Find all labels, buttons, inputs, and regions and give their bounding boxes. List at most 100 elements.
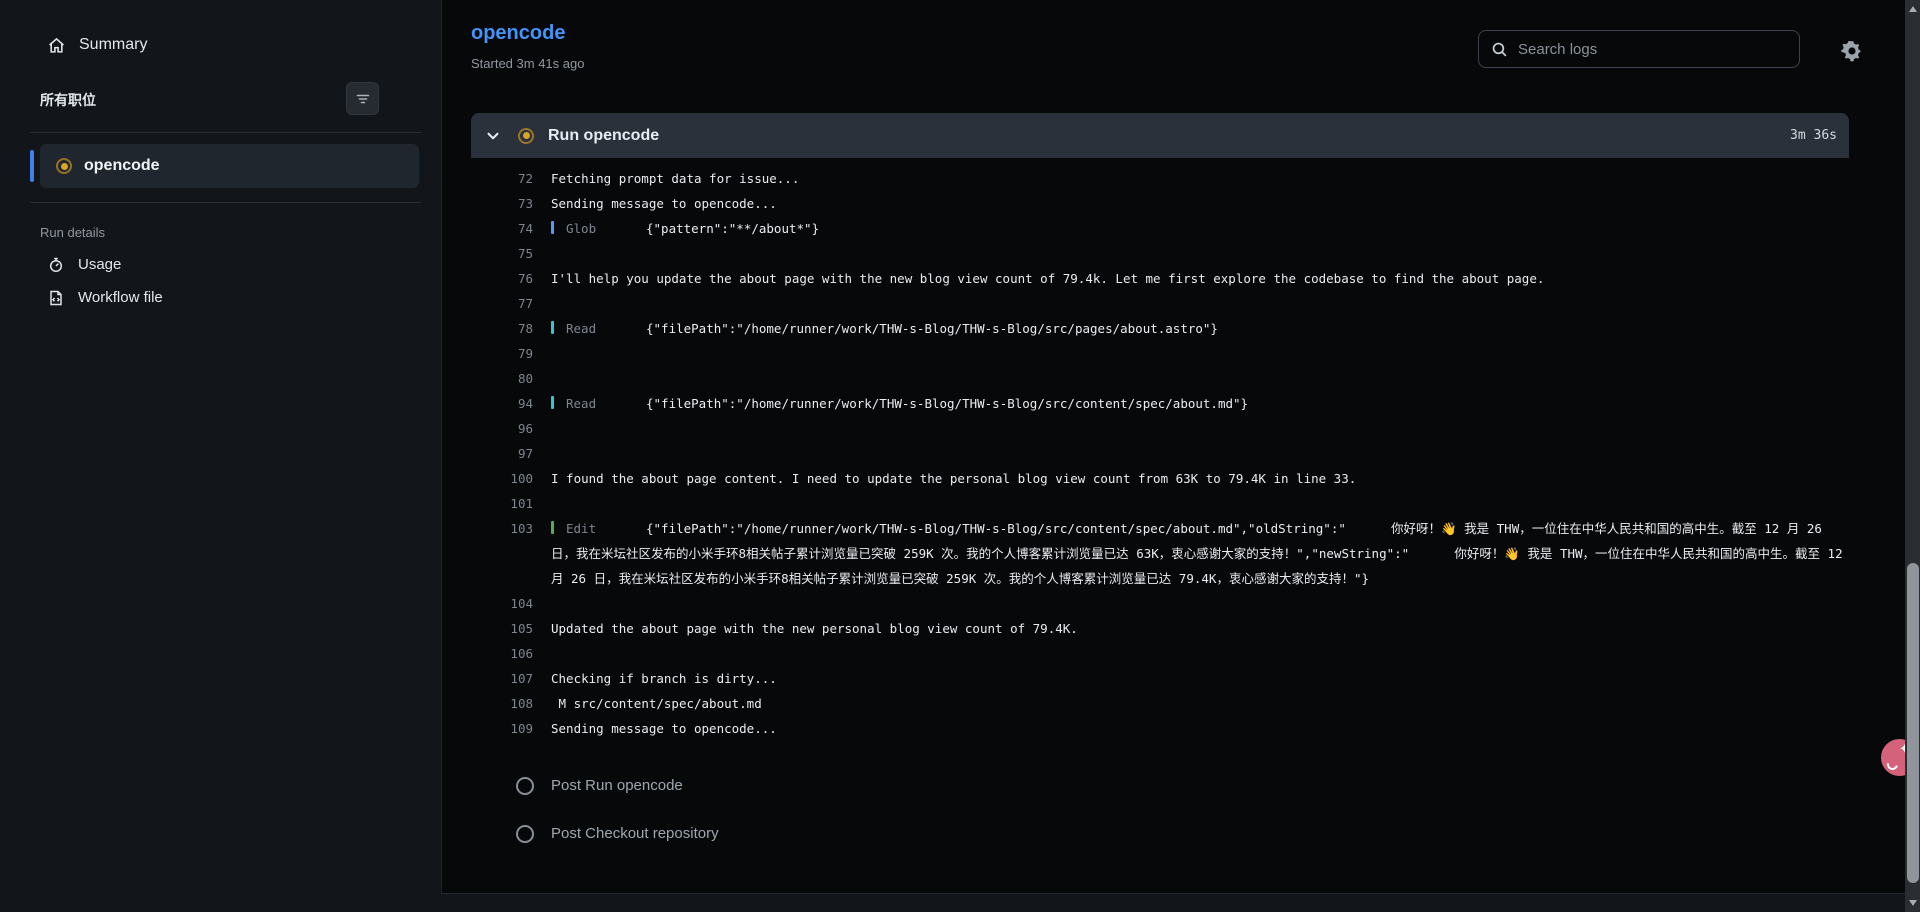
log-line: 100I found the about page content. I nee… <box>471 466 1849 491</box>
tool-name: Read <box>566 391 646 416</box>
job-name: opencode <box>84 157 160 175</box>
log-line: 80 <box>471 366 1849 391</box>
tool-call-bar <box>551 396 554 409</box>
log-line-text: Glob{"pattern":"**/about*"} <box>551 216 1849 241</box>
log-line-text <box>551 341 1849 366</box>
log-line-text <box>551 291 1849 316</box>
chevron-down-icon <box>484 127 502 145</box>
sidebar-job-opencode[interactable]: opencode <box>40 144 419 188</box>
log-line: 94 Read{"filePath":"/home/runner/work/THW… <box>471 391 1849 416</box>
log-line: 107 Checking if branch is dirty... <box>471 666 1849 691</box>
usage-label: Usage <box>78 256 121 273</box>
selected-job-accent-bar <box>30 150 34 182</box>
sidebar-divider <box>30 202 421 203</box>
tool-name: Glob <box>566 216 646 241</box>
log-line: 104 <box>471 591 1849 616</box>
log-line-number[interactable]: 105 <box>471 616 533 641</box>
run-details-label: Run details <box>40 225 441 240</box>
log-line-text: Read{"filePath":"/home/runner/work/THW-s… <box>551 316 1849 341</box>
sidebar-summary-label: Summary <box>79 36 147 54</box>
search-icon <box>1491 41 1508 58</box>
log-line: 101 <box>471 491 1849 516</box>
post-step-label: Post Run opencode <box>551 777 683 794</box>
log-line-text: I'll help you update the about page with… <box>551 266 1849 291</box>
log-line-number[interactable]: 103 <box>471 516 533 541</box>
log-line-number[interactable]: 108 <box>471 691 533 716</box>
log-line-text <box>551 241 1849 266</box>
log-line-text: Read{"filePath":"/home/runner/work/THW-s… <box>551 391 1849 416</box>
log-line-text <box>551 441 1849 466</box>
log-line: 106 <box>471 641 1849 666</box>
log-line-number[interactable]: 104 <box>471 591 533 616</box>
pending-step-icon <box>516 825 534 843</box>
in-progress-icon <box>518 128 534 144</box>
job-log-panel: opencode Started 3m 41s ago Run opencod <box>441 0 1905 894</box>
stopwatch-icon <box>48 257 64 273</box>
log-line-text: Sending message to opencode... <box>551 716 1849 741</box>
step-header-run-opencode[interactable]: Run opencode 3m 36s <box>471 113 1849 158</box>
log-line-text <box>551 591 1849 616</box>
log-line: 75 <box>471 241 1849 266</box>
scroll-up-arrow[interactable] <box>1905 2 1920 16</box>
log-line-number[interactable]: 77 <box>471 291 533 316</box>
log-line-text <box>551 491 1849 516</box>
sidebar-divider <box>30 132 421 133</box>
log-line-number[interactable]: 109 <box>471 716 533 741</box>
filter-icon <box>355 91 371 107</box>
log-line-number[interactable]: 73 <box>471 191 533 216</box>
log-line-number[interactable]: 100 <box>471 466 533 491</box>
search-logs-input[interactable] <box>1518 41 1787 58</box>
log-line: 72Fetching prompt data for issue... <box>471 166 1849 191</box>
log-line-text <box>551 416 1849 441</box>
log-line-number[interactable]: 78 <box>471 316 533 341</box>
log-line-number[interactable]: 75 <box>471 241 533 266</box>
post-step-label: Post Checkout repository <box>551 825 719 842</box>
log-line-text <box>551 641 1849 666</box>
tool-name: Edit <box>566 516 646 541</box>
log-settings-button[interactable] <box>1839 38 1865 64</box>
log-line-number[interactable]: 79 <box>471 341 533 366</box>
jobs-section-label: 所有职位 <box>40 90 96 110</box>
sidebar: Summary 所有职位 opencode Run details <box>0 0 441 912</box>
log-line: 78 Read{"filePath":"/home/runner/work/THW… <box>471 316 1849 341</box>
filter-jobs-button[interactable] <box>346 82 379 115</box>
step-post-checkout-repository[interactable]: Post Checkout repository <box>471 813 1849 854</box>
tool-args: {"filePath":"/home/runner/work/THW-s-Blo… <box>646 396 1248 411</box>
page-scrollbar[interactable] <box>1905 0 1920 912</box>
log-line: 96 <box>471 416 1849 441</box>
sidebar-item-summary[interactable]: Summary <box>48 36 441 54</box>
log-line-number[interactable]: 106 <box>471 641 533 666</box>
tool-args: {"pattern":"**/about*"} <box>646 221 819 236</box>
workflow-file-label: Workflow file <box>78 289 163 306</box>
sidebar-item-usage[interactable]: Usage <box>48 256 441 273</box>
scrollbar-thumb[interactable] <box>1907 563 1919 883</box>
log-line-text <box>551 366 1849 391</box>
log-line-number[interactable]: 76 <box>471 266 533 291</box>
log-line-number[interactable]: 80 <box>471 366 533 391</box>
log-line: 74 Glob{"pattern":"**/about*"} <box>471 216 1849 241</box>
log-line-number[interactable]: 107 <box>471 666 533 691</box>
step-post-run-opencode[interactable]: Post Run opencode <box>471 765 1849 806</box>
log-line-text: Sending message to opencode... <box>551 191 1849 216</box>
log-line-number[interactable]: 101 <box>471 491 533 516</box>
log-line: 79 <box>471 341 1849 366</box>
scroll-down-arrow[interactable] <box>1905 896 1920 910</box>
job-started-timestamp: Started 3m 41s ago <box>471 56 584 71</box>
tool-call-bar <box>551 221 554 234</box>
log-line-text: Checking if branch is dirty... <box>551 666 1849 691</box>
log-line: 105Updated the about page with the new p… <box>471 616 1849 641</box>
log-line-number[interactable]: 72 <box>471 166 533 191</box>
job-title-link[interactable]: opencode <box>471 22 565 45</box>
log-output: 72Fetching prompt data for issue...73 Sen… <box>471 158 1849 741</box>
search-logs-box[interactable] <box>1478 30 1800 68</box>
log-line-number[interactable]: 97 <box>471 441 533 466</box>
log-line: 73 Sending message to opencode... <box>471 191 1849 216</box>
log-line-number[interactable]: 94 <box>471 391 533 416</box>
tool-call-bar <box>551 521 554 534</box>
tool-call-bar <box>551 321 554 334</box>
log-line-number[interactable]: 74 <box>471 216 533 241</box>
sidebar-item-workflow-file[interactable]: Workflow file <box>48 289 441 306</box>
log-line-number[interactable]: 96 <box>471 416 533 441</box>
pending-step-icon <box>516 777 534 795</box>
step-duration: 3m 36s <box>1790 128 1837 143</box>
